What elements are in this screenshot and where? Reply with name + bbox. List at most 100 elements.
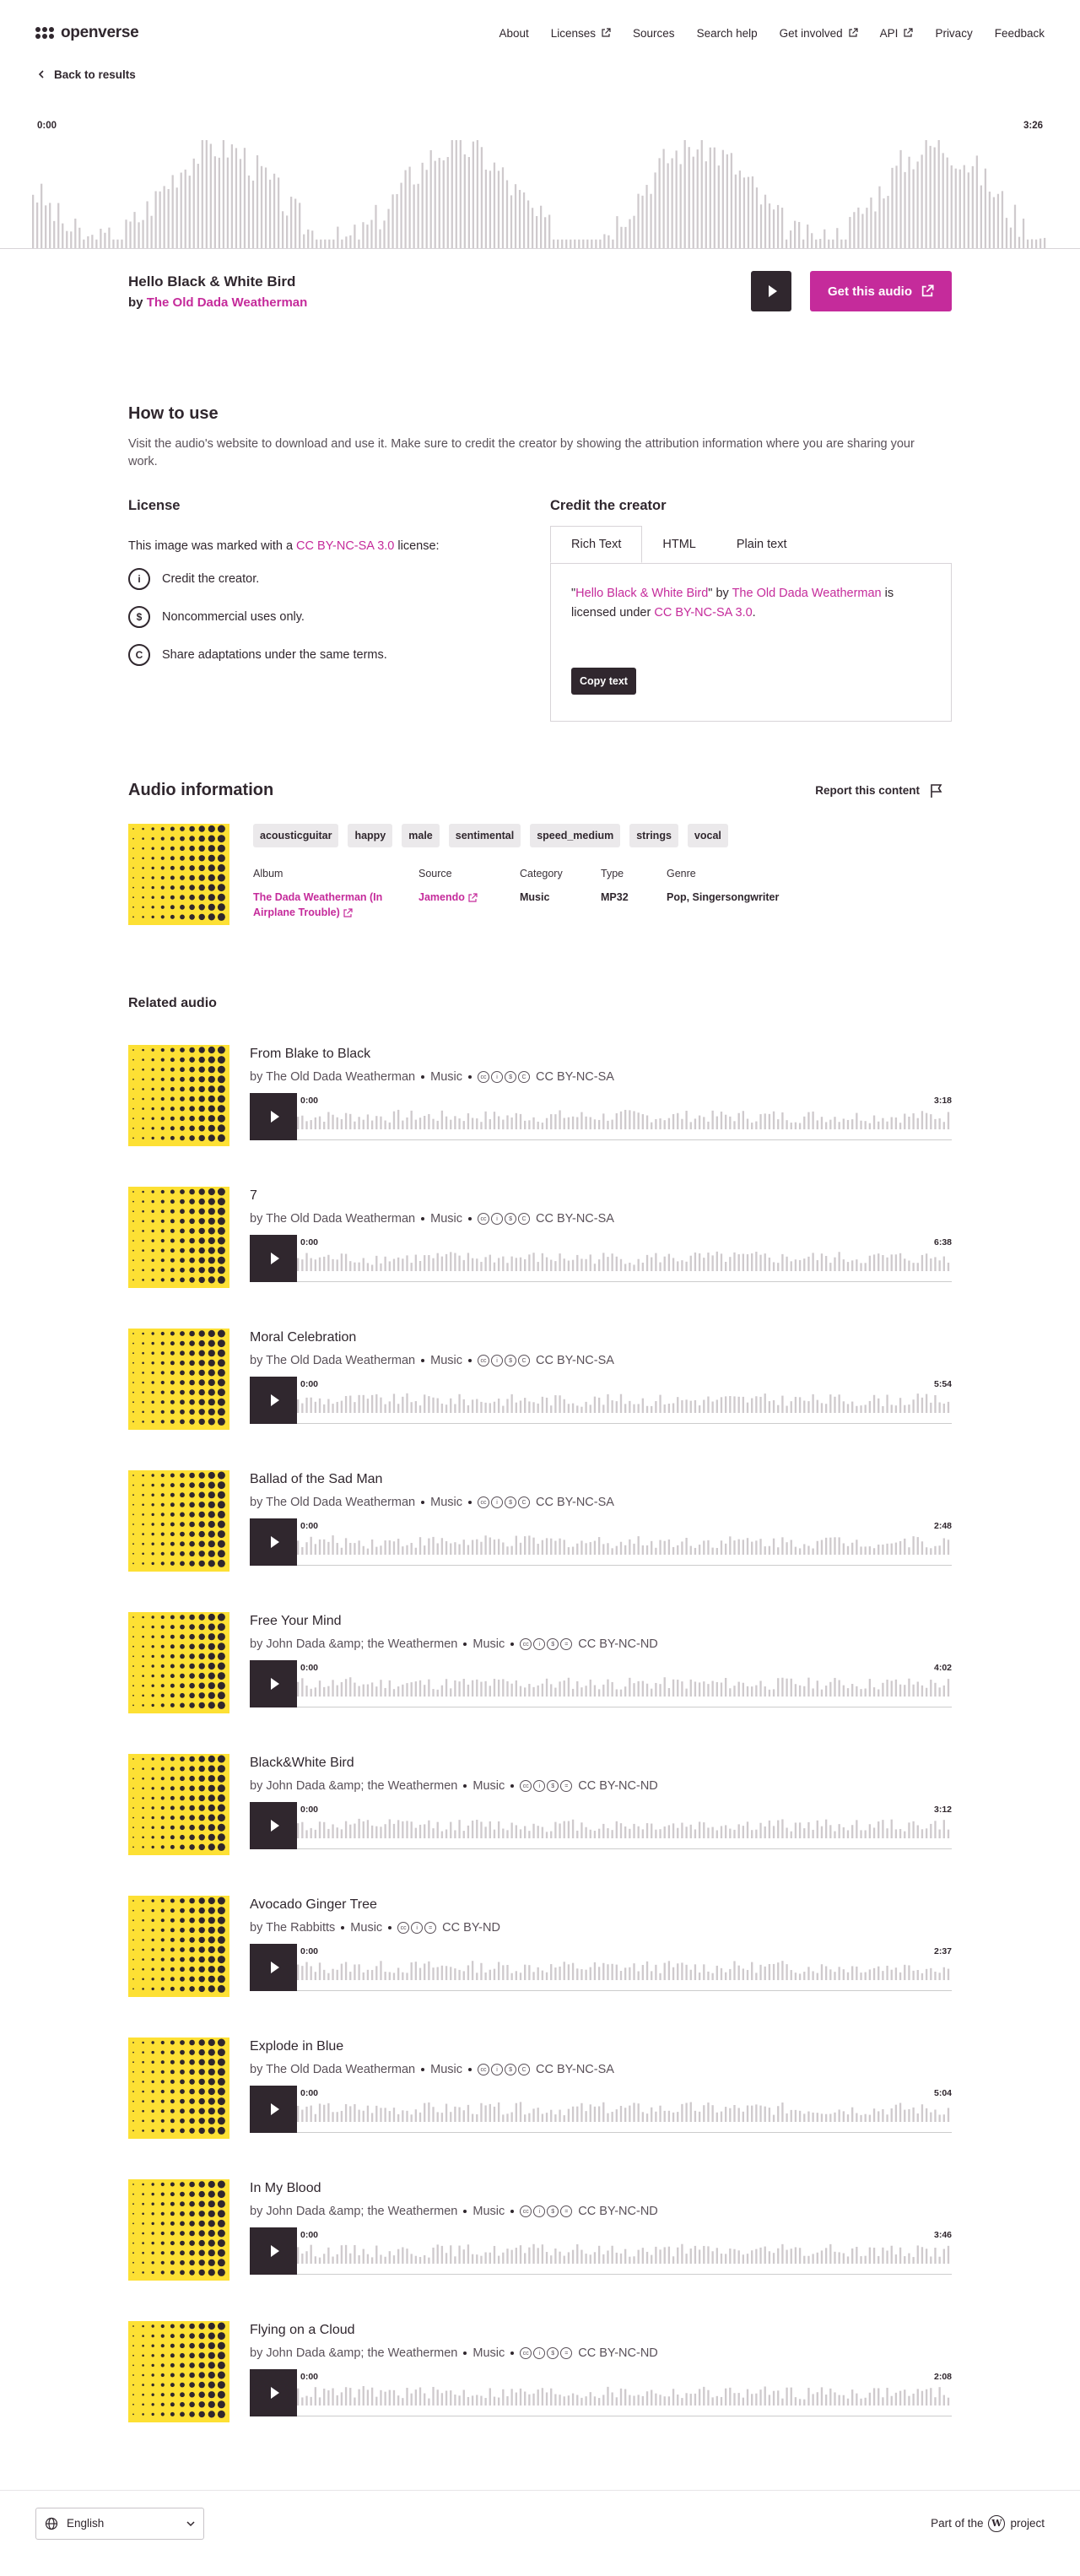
- get-this-audio-button[interactable]: Get this audio: [810, 271, 952, 311]
- related-audio-item[interactable]: Free Your Mind by John Dada &amp; the Wea…: [128, 1612, 952, 1714]
- related-title[interactable]: Avocado Ginger Tree: [250, 1897, 952, 1913]
- main-waveform[interactable]: 0:00 3:26: [0, 116, 1080, 249]
- thumb-dot: [208, 1257, 215, 1264]
- tag-chip[interactable]: sentimental: [448, 824, 521, 848]
- related-audio-item[interactable]: Black&White Bird by John Dada &amp; the W…: [128, 1754, 952, 1856]
- related-audio-item[interactable]: Moral Celebration by The Old Dada Weather…: [128, 1329, 952, 1431]
- waveform-bar: [129, 221, 132, 248]
- related-play-button[interactable]: [250, 1660, 297, 1708]
- related-waveform[interactable]: 0:00 5:04: [297, 2086, 952, 2134]
- tag-chip[interactable]: male: [402, 824, 440, 848]
- waveform-bar: [624, 1545, 627, 1556]
- related-title[interactable]: From Blake to Black: [250, 1047, 952, 1062]
- tab-plain-text[interactable]: Plain text: [716, 526, 807, 563]
- related-waveform[interactable]: 0:00 2:48: [297, 1518, 952, 1567]
- related-waveform[interactable]: 0:00 4:02: [297, 1660, 952, 1708]
- thumb-dot: [170, 2373, 175, 2378]
- related-play-button[interactable]: [250, 1802, 297, 1850]
- related-audio-item[interactable]: Explode in Blue by The Old Dada Weatherma…: [128, 2038, 952, 2140]
- thumb-dot: [217, 1217, 225, 1226]
- related-title[interactable]: Moral Celebration: [250, 1330, 952, 1345]
- play-icon: [270, 2103, 279, 2116]
- nav-privacy[interactable]: Privacy: [935, 27, 972, 40]
- copy-text-button[interactable]: Copy text: [571, 667, 636, 695]
- related-audio-item[interactable]: In My Blood by John Dada &amp; the Weathe…: [128, 2179, 952, 2281]
- nav-licenses[interactable]: Licenses: [551, 27, 611, 40]
- related-play-button[interactable]: [250, 2227, 297, 2276]
- nav-sources[interactable]: Sources: [633, 27, 675, 40]
- creator-link[interactable]: The Old Dada Weatherman: [147, 295, 308, 310]
- related-waveform[interactable]: 0:00 3:18: [297, 1093, 952, 1141]
- tag-chip[interactable]: strings: [629, 824, 678, 848]
- related-title[interactable]: 7: [250, 1188, 952, 1204]
- related-title[interactable]: Black&White Bird: [250, 1756, 952, 1771]
- nav-feedback[interactable]: Feedback: [995, 27, 1045, 40]
- thumb-dot: [198, 1237, 205, 1244]
- related-waveform[interactable]: 0:00 6:38: [297, 1235, 952, 1283]
- waveform-bar: [703, 1822, 705, 1839]
- waveform-bar: [934, 1545, 937, 1556]
- meta-value[interactable]: Jamendo: [418, 890, 511, 905]
- related-audio-item[interactable]: Flying on a Cloud by John Dada &amp; the …: [128, 2321, 952, 2423]
- tab-rich-text[interactable]: Rich Text: [550, 526, 643, 564]
- related-title[interactable]: Ballad of the Sad Man: [250, 1472, 952, 1487]
- waveform-bar: [838, 2109, 840, 2123]
- back-to-results-link[interactable]: Back to results: [0, 60, 1080, 89]
- thumb-dot: [142, 1220, 144, 1223]
- thumb-dot: [132, 1269, 134, 1271]
- related-play-button[interactable]: [250, 1518, 297, 1567]
- related-audio-item[interactable]: From Blake to Black by The Old Dada Weath…: [128, 1045, 952, 1147]
- related-play-button[interactable]: [250, 2086, 297, 2134]
- meta-value[interactable]: The Dada Weatherman (In Airplane Trouble…: [253, 890, 410, 920]
- related-waveform[interactable]: 0:00 2:37: [297, 1944, 952, 1992]
- license-link[interactable]: CC BY-NC-SA 3.0: [296, 539, 394, 553]
- openverse-logo[interactable]: openverse: [35, 24, 139, 42]
- related-play-button[interactable]: [250, 1235, 297, 1283]
- related-play-button[interactable]: [250, 1377, 297, 1425]
- tab-html[interactable]: HTML: [642, 526, 716, 563]
- waveform-bar: [524, 1826, 526, 1839]
- wordpress-logo-icon[interactable]: W: [988, 2514, 1006, 2532]
- related-category: Music: [430, 2063, 463, 2077]
- waveform-bar: [428, 1255, 430, 1272]
- related-audio-item[interactable]: Avocado Ginger Tree by The Rabbitts Music c…: [128, 1896, 952, 1998]
- related-audio-item[interactable]: 7 by The Old Dada Weatherman Music cc i $ C CC …: [128, 1187, 952, 1289]
- related-title[interactable]: Explode in Blue: [250, 2039, 952, 2054]
- related-play-button[interactable]: [250, 1944, 297, 1992]
- play-button[interactable]: [751, 271, 791, 311]
- waveform-bar: [882, 1118, 884, 1130]
- report-content-button[interactable]: Report this content: [815, 783, 943, 798]
- waveform-bar: [733, 1121, 736, 1130]
- waveform-bar: [510, 195, 513, 248]
- related-title[interactable]: Free Your Mind: [250, 1614, 952, 1629]
- related-title[interactable]: In My Blood: [250, 2181, 952, 2196]
- related-waveform[interactable]: 0:00 3:46: [297, 2227, 952, 2276]
- waveform-bar: [366, 1263, 370, 1272]
- tag-chip[interactable]: happy: [348, 824, 393, 848]
- nav-api[interactable]: API: [880, 27, 914, 40]
- attribution-creator-link[interactable]: The Old Dada Weatherman: [732, 587, 882, 600]
- waveform-bar: [354, 1543, 356, 1556]
- language-select[interactable]: English: [35, 2507, 204, 2540]
- related-audio-item[interactable]: Ballad of the Sad Man by The Old Dada Wea…: [128, 1470, 952, 1572]
- nav-about[interactable]: About: [499, 27, 528, 40]
- waveform-bar: [882, 1406, 884, 1414]
- related-play-button[interactable]: [250, 2369, 297, 2417]
- tag-chip[interactable]: speed_medium: [530, 824, 621, 848]
- related-play-button[interactable]: [250, 1093, 297, 1141]
- related-waveform[interactable]: 0:00 3:12: [297, 1802, 952, 1850]
- waveform-bar: [445, 1253, 448, 1272]
- related-title[interactable]: Flying on a Cloud: [250, 2323, 952, 2338]
- waveform-bar: [545, 1678, 548, 1697]
- related-waveform[interactable]: 0:00 2:08: [297, 2369, 952, 2417]
- attribution-license-link[interactable]: CC BY-NC-SA 3.0: [654, 606, 752, 620]
- nav-search-help[interactable]: Search help: [697, 27, 758, 40]
- tag-chip[interactable]: vocal: [687, 824, 728, 848]
- thumb-dot: [208, 1369, 215, 1377]
- attribution-work-link[interactable]: Hello Black & White Bird: [575, 587, 708, 600]
- nav-get-involved[interactable]: Get involved: [780, 27, 858, 40]
- related-waveform[interactable]: 0:00 5:54: [297, 1377, 952, 1425]
- tag-chip[interactable]: acousticguitar: [253, 824, 339, 848]
- waveform-bar: [667, 1825, 671, 1839]
- waveform-bar: [698, 2111, 701, 2123]
